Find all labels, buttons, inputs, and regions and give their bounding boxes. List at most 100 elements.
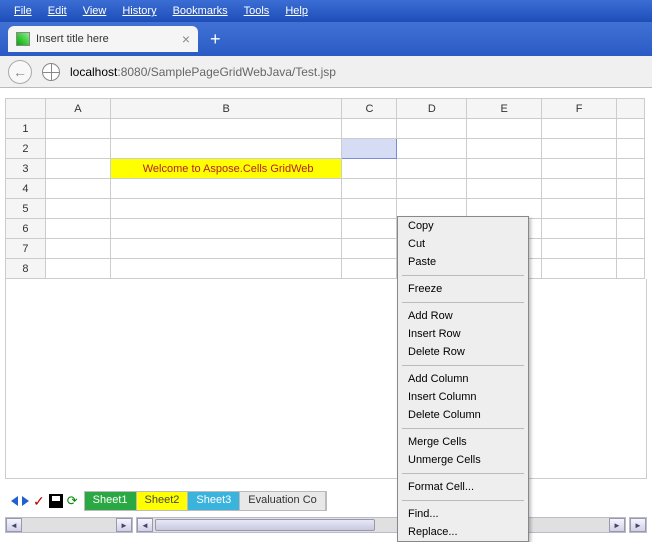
cell[interactable] [397,119,467,139]
cell[interactable] [542,139,617,159]
col-header-[interactable] [616,99,644,119]
nav-next-icon[interactable] [22,496,29,506]
ctx-freeze[interactable]: Freeze [398,280,528,298]
cell[interactable] [342,159,397,179]
cell[interactable] [342,179,397,199]
cell[interactable] [110,199,342,219]
cell[interactable] [542,119,617,139]
cell[interactable] [110,119,342,139]
row-header-4[interactable]: 4 [6,179,46,199]
col-header-a[interactable]: A [45,99,110,119]
ctx-merge-cells[interactable]: Merge Cells [398,433,528,451]
ctx-insert-column[interactable]: Insert Column [398,388,528,406]
submit-icon[interactable]: ✓ [33,493,45,510]
cell[interactable] [342,239,397,259]
ctx-unmerge-cells[interactable]: Unmerge Cells [398,451,528,469]
menu-view[interactable]: View [75,2,115,20]
cell[interactable] [45,179,110,199]
scrollbar-corner[interactable]: ► [629,517,647,533]
cell[interactable] [342,119,397,139]
col-header-d[interactable]: D [397,99,467,119]
cell[interactable] [110,259,342,279]
cell[interactable] [542,259,617,279]
scroll-right-icon[interactable]: ► [609,518,625,532]
scroll-right-icon[interactable]: ► [630,518,646,532]
col-header-f[interactable]: F [542,99,617,119]
scroll-left-icon[interactable]: ◄ [137,518,153,532]
cell[interactable] [467,179,542,199]
menu-file[interactable]: File [6,2,40,20]
scroll-left-icon[interactable]: ◄ [6,518,22,532]
cell[interactable] [110,219,342,239]
scrollbar-main[interactable]: ◄ ► [136,517,626,533]
cell[interactable] [616,199,644,219]
menu-history[interactable]: History [114,2,164,20]
cell[interactable] [397,139,467,159]
cell[interactable] [467,119,542,139]
cell[interactable] [342,259,397,279]
cell[interactable] [542,179,617,199]
cell[interactable] [542,219,617,239]
ctx-delete-row[interactable]: Delete Row [398,343,528,361]
row-header-7[interactable]: 7 [6,239,46,259]
nav-prev-icon[interactable] [11,496,18,506]
cell[interactable] [467,159,542,179]
row-header-2[interactable]: 2 [6,139,46,159]
col-header-b[interactable]: B [110,99,342,119]
cell[interactable] [542,159,617,179]
sheet-tab-evaluation-co[interactable]: Evaluation Co [240,492,326,510]
ctx-add-row[interactable]: Add Row [398,307,528,325]
cell-b3[interactable]: Welcome to Aspose.Cells GridWeb [110,159,342,179]
cell[interactable] [45,259,110,279]
row-header-8[interactable]: 8 [6,259,46,279]
col-header-c[interactable]: C [342,99,397,119]
cell[interactable] [110,239,342,259]
cell[interactable] [467,139,542,159]
menu-tools[interactable]: Tools [236,2,278,20]
scrollbar-nav[interactable]: ◄ ► [5,517,133,533]
col-header-e[interactable]: E [467,99,542,119]
sheet-tab-sheet2[interactable]: Sheet2 [137,492,189,510]
cell[interactable] [45,119,110,139]
url-field[interactable]: localhost:8080/SamplePageGridWebJava/Tes… [66,61,644,83]
scroll-right-icon[interactable]: ► [116,518,132,532]
sheet-tab-sheet3[interactable]: Sheet3 [188,492,240,510]
cell[interactable] [616,159,644,179]
ctx-copy[interactable]: Copy [398,217,528,235]
ctx-cut[interactable]: Cut [398,235,528,253]
cell[interactable] [616,179,644,199]
menu-edit[interactable]: Edit [40,2,75,20]
cell[interactable] [45,219,110,239]
cell[interactable] [110,139,342,159]
row-header-1[interactable]: 1 [6,119,46,139]
cell[interactable] [542,239,617,259]
cell[interactable] [342,219,397,239]
back-button[interactable]: ← [8,60,32,84]
cell[interactable] [616,119,644,139]
cell[interactable] [542,199,617,219]
refresh-icon[interactable]: ⟳ [67,493,78,509]
menu-help[interactable]: Help [277,2,316,20]
sheet-tab-sheet1[interactable]: Sheet1 [85,492,137,510]
ctx-find-[interactable]: Find... [398,505,528,523]
cell-c2-selected[interactable] [342,139,397,159]
menu-bookmarks[interactable]: Bookmarks [165,2,236,20]
spreadsheet[interactable]: ABCDEF 123 Welcome to Aspose.Cells GridWeb… [5,98,645,279]
cell[interactable] [616,219,644,239]
cell[interactable] [616,239,644,259]
ctx-delete-column[interactable]: Delete Column [398,406,528,424]
cell[interactable] [45,139,110,159]
ctx-add-column[interactable]: Add Column [398,370,528,388]
cell[interactable] [45,239,110,259]
row-header-5[interactable]: 5 [6,199,46,219]
cell[interactable] [616,139,644,159]
save-icon[interactable] [49,494,63,508]
ctx-format-cell-[interactable]: Format Cell... [398,478,528,496]
ctx-replace-[interactable]: Replace... [398,523,528,541]
cell[interactable] [45,159,110,179]
cell[interactable] [45,199,110,219]
row-header-6[interactable]: 6 [6,219,46,239]
cell[interactable] [110,179,342,199]
corner-cell[interactable] [6,99,46,119]
row-header-3[interactable]: 3 [6,159,46,179]
